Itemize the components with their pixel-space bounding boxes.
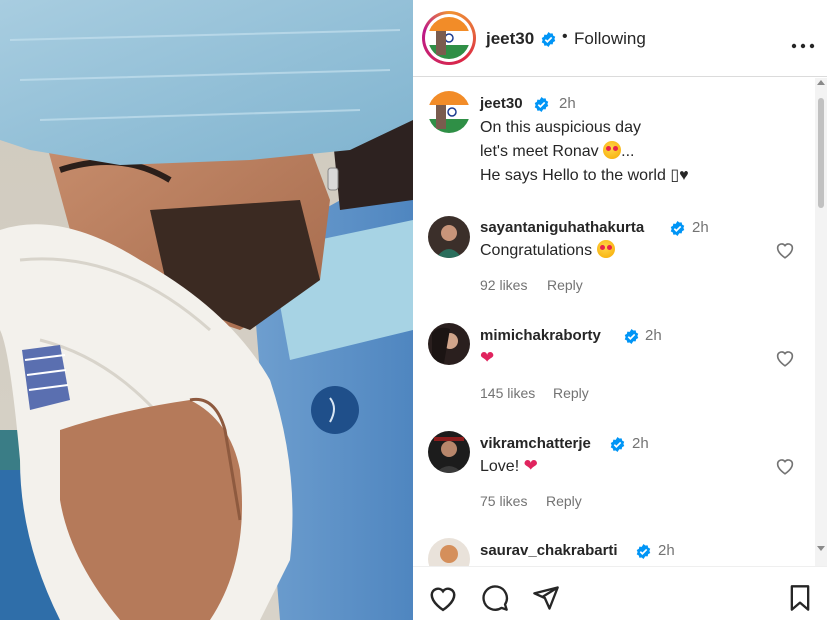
scrollbar-thumb[interactable] — [818, 98, 824, 208]
commenter-avatar[interactable] — [428, 431, 470, 473]
comment-username[interactable]: saurav_chakrabarti — [480, 542, 618, 559]
caption-time: 2h — [559, 95, 576, 112]
bookmark-icon[interactable] — [787, 584, 813, 617]
post-photo-image — [0, 0, 413, 620]
reply-button[interactable]: Reply — [547, 277, 583, 293]
verified-badge-icon — [541, 31, 556, 49]
author-avatar[interactable] — [428, 17, 470, 59]
comment-username[interactable]: vikramchatterje — [480, 435, 591, 452]
verified-badge-icon — [610, 436, 625, 454]
following-button[interactable]: Following — [574, 29, 646, 49]
comment-username[interactable]: sayantaniguhathakurta — [480, 219, 644, 236]
comment-likes[interactable]: 92 likes — [480, 277, 527, 293]
comment-bubble-icon[interactable] — [480, 584, 510, 617]
comment-text: Love! ❤ — [480, 456, 538, 475]
comment-time: 2h — [658, 542, 675, 559]
post-photo[interactable] — [0, 0, 413, 620]
caption-line-3: He says Hello to the world ▯♥ — [480, 167, 689, 184]
reply-button[interactable]: Reply — [553, 385, 589, 401]
commenter-avatar[interactable] — [428, 538, 470, 566]
like-comment-icon[interactable] — [775, 349, 795, 372]
more-options-icon[interactable] — [791, 36, 815, 54]
caption-line-3-symbols: ▯♥ — [670, 167, 689, 184]
verified-badge-icon — [670, 220, 685, 238]
comment-likes[interactable]: 75 likes — [480, 493, 527, 509]
post-actions — [413, 566, 827, 620]
comment-username[interactable]: mimichakraborty — [480, 327, 601, 344]
commenter-avatar[interactable] — [428, 216, 470, 258]
comment-text: Congratulations — [480, 239, 615, 263]
verified-badge-icon — [624, 328, 639, 346]
comment-time: 2h — [645, 327, 662, 344]
caption-avatar[interactable] — [428, 91, 470, 133]
post-header: jeet30 • Following — [413, 0, 827, 77]
comment-time: 2h — [632, 435, 649, 452]
comments-list[interactable]: jeet30 2h On this auspicious day let's m… — [413, 78, 827, 566]
scroll-up-arrow-icon[interactable] — [817, 80, 825, 85]
story-ring[interactable] — [422, 11, 476, 65]
post-detail-panel: jeet30 • Following jeet30 2h On this aus… — [413, 0, 827, 620]
heart-eyes-emoji — [596, 240, 615, 258]
like-comment-icon[interactable] — [775, 241, 795, 264]
paper-plane-icon[interactable] — [531, 584, 561, 617]
comment-text: ❤ — [480, 346, 494, 371]
red-heart-emoji: ❤ — [480, 348, 495, 367]
comment-likes[interactable]: 145 likes — [480, 385, 535, 401]
heart-eyes-emoji — [603, 141, 622, 159]
caption-line-1: On this auspicious day — [480, 119, 641, 136]
commenter-avatar[interactable] — [428, 323, 470, 365]
heart-outline-icon[interactable] — [428, 584, 458, 617]
like-comment-icon[interactable] — [775, 457, 795, 480]
author-username[interactable]: jeet30 — [486, 29, 534, 49]
reply-button[interactable]: Reply — [546, 493, 582, 509]
header-separator: • — [562, 28, 568, 45]
comment-time: 2h — [692, 219, 709, 236]
scroll-down-arrow-icon[interactable] — [817, 546, 825, 551]
caption-line-2: let's meet Ronav ... — [480, 141, 635, 160]
verified-badge-icon — [534, 96, 549, 114]
red-heart-emoji: ❤ — [523, 456, 538, 475]
verified-badge-icon — [636, 543, 651, 561]
caption-username[interactable]: jeet30 — [480, 95, 523, 112]
